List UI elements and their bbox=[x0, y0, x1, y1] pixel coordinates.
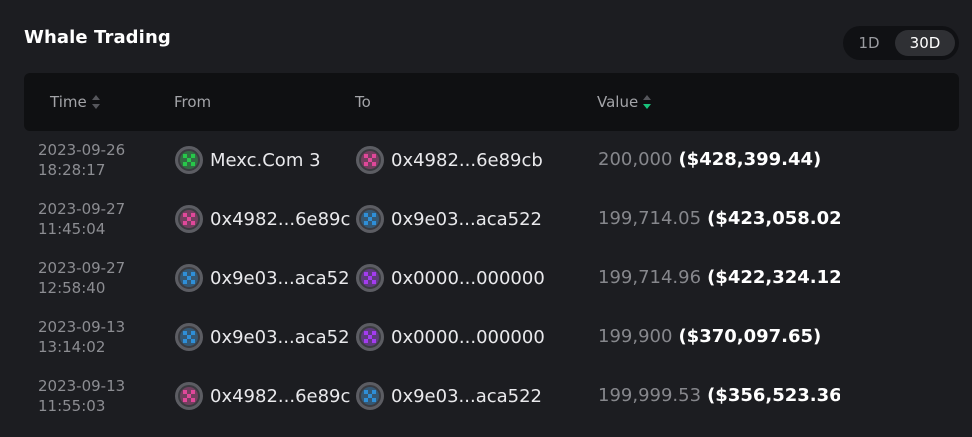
usd-value: ($423,058.02) bbox=[707, 208, 840, 229]
range-1d-button[interactable]: 1D bbox=[849, 30, 889, 56]
from-address[interactable]: 0x9e03...aca522 bbox=[175, 263, 350, 293]
sort-desc-icon bbox=[643, 94, 652, 109]
trade-time: 13:14:02 bbox=[38, 338, 106, 356]
table-row: 2023-09-26 18:28:17 Mexc.Com 3 0x4982...… bbox=[0, 131, 972, 190]
table-row: 2023-09-13 11:55:03 0x4982...6e89cb 0x9e… bbox=[0, 367, 972, 426]
token-amount: 199,714.05 bbox=[598, 208, 702, 229]
usd-value: ($422,324.12) bbox=[707, 267, 840, 288]
column-header-to: To bbox=[355, 93, 371, 111]
usd-value: ($356,523.36) bbox=[707, 385, 840, 406]
trade-time: 11:45:04 bbox=[38, 220, 106, 238]
usd-value: ($370,097.65) bbox=[678, 326, 822, 347]
wallet-avatar-icon bbox=[175, 382, 203, 410]
value-cell: 199,714.05 ($423,058.02) bbox=[598, 204, 840, 234]
table-row: 2023-09-27 11:45:04 0x4982...6e89cb 0x9e… bbox=[0, 190, 972, 249]
to-address-label: 0x0000...000000 bbox=[391, 267, 545, 289]
trade-time: 12:58:40 bbox=[38, 279, 106, 297]
from-address-label: Mexc.Com 3 bbox=[210, 149, 321, 171]
token-amount: 199,714.96 bbox=[598, 267, 702, 288]
wallet-avatar-icon bbox=[356, 146, 384, 174]
table-row: 2023-09-13 13:14:02 0x9e03...aca522 0x00… bbox=[0, 308, 972, 367]
wallet-avatar-icon bbox=[175, 205, 203, 233]
time-cell: 2023-09-27 12:58:40 bbox=[38, 258, 125, 298]
to-address-label: 0x9e03...aca522 bbox=[391, 385, 543, 407]
page-title: Whale Trading bbox=[24, 27, 171, 48]
from-address[interactable]: 0x4982...6e89cb bbox=[175, 381, 350, 411]
trade-date: 2023-09-13 bbox=[38, 318, 126, 336]
to-address[interactable]: 0x0000...000000 bbox=[356, 322, 576, 352]
table-header: Time From To Value bbox=[24, 73, 959, 131]
trade-time: 18:28:17 bbox=[38, 161, 106, 179]
from-address-label: 0x9e03...aca522 bbox=[210, 326, 350, 348]
sort-icon bbox=[91, 94, 100, 109]
trade-date: 2023-09-27 bbox=[38, 259, 126, 277]
from-address-label: 0x9e03...aca522 bbox=[210, 267, 350, 289]
column-header-time[interactable]: Time bbox=[50, 73, 101, 131]
time-range-toggle: 1D 30D bbox=[843, 26, 959, 60]
range-30d-button[interactable]: 30D bbox=[895, 30, 955, 56]
to-address[interactable]: 0x9e03...aca522 bbox=[356, 381, 576, 411]
column-header-from: From bbox=[174, 93, 212, 111]
trade-date: 2023-09-26 bbox=[38, 141, 126, 159]
token-amount: 199,999.53 bbox=[598, 385, 702, 406]
time-cell: 2023-09-27 11:45:04 bbox=[38, 199, 125, 239]
column-label-value: Value bbox=[597, 93, 639, 111]
table-row: 2023-09-27 12:58:40 0x9e03...aca522 0x00… bbox=[0, 249, 972, 308]
time-cell: 2023-09-26 18:28:17 bbox=[38, 140, 125, 180]
trade-time: 11:55:03 bbox=[38, 397, 106, 415]
value-cell: 199,999.53 ($356,523.36) bbox=[598, 381, 840, 411]
value-cell: 200,000 ($428,399.44) bbox=[598, 145, 840, 175]
wallet-avatar-icon bbox=[356, 382, 384, 410]
column-header-value[interactable]: Value bbox=[597, 73, 652, 131]
wallet-avatar-icon bbox=[356, 205, 384, 233]
to-address-label: 0x9e03...aca522 bbox=[391, 208, 543, 230]
wallet-avatar-icon bbox=[175, 264, 203, 292]
usd-value: ($428,399.44) bbox=[678, 149, 822, 170]
trade-date: 2023-09-13 bbox=[38, 377, 126, 395]
to-address-label: 0x4982...6e89cb bbox=[391, 149, 543, 171]
time-cell: 2023-09-13 13:14:02 bbox=[38, 317, 125, 357]
from-address-label: 0x4982...6e89cb bbox=[210, 208, 350, 230]
to-address[interactable]: 0x0000...000000 bbox=[356, 263, 576, 293]
to-address[interactable]: 0x9e03...aca522 bbox=[356, 204, 576, 234]
wallet-avatar-icon bbox=[175, 146, 203, 174]
time-cell: 2023-09-13 11:55:03 bbox=[38, 376, 125, 416]
wallet-avatar-icon bbox=[356, 264, 384, 292]
value-cell: 199,900 ($370,097.65) bbox=[598, 322, 840, 352]
token-amount: 199,900 bbox=[598, 326, 673, 347]
value-cell: 199,714.96 ($422,324.12) bbox=[598, 263, 840, 293]
to-address[interactable]: 0x4982...6e89cb bbox=[356, 145, 576, 175]
from-address-label: 0x4982...6e89cb bbox=[210, 385, 350, 407]
from-address[interactable]: Mexc.Com 3 bbox=[175, 145, 350, 175]
wallet-avatar-icon bbox=[175, 323, 203, 351]
from-address[interactable]: 0x9e03...aca522 bbox=[175, 322, 350, 352]
from-address[interactable]: 0x4982...6e89cb bbox=[175, 204, 350, 234]
trade-date: 2023-09-27 bbox=[38, 200, 126, 218]
token-amount: 200,000 bbox=[598, 149, 673, 170]
to-address-label: 0x0000...000000 bbox=[391, 326, 545, 348]
column-label-time: Time bbox=[50, 93, 87, 111]
wallet-avatar-icon bbox=[356, 323, 384, 351]
